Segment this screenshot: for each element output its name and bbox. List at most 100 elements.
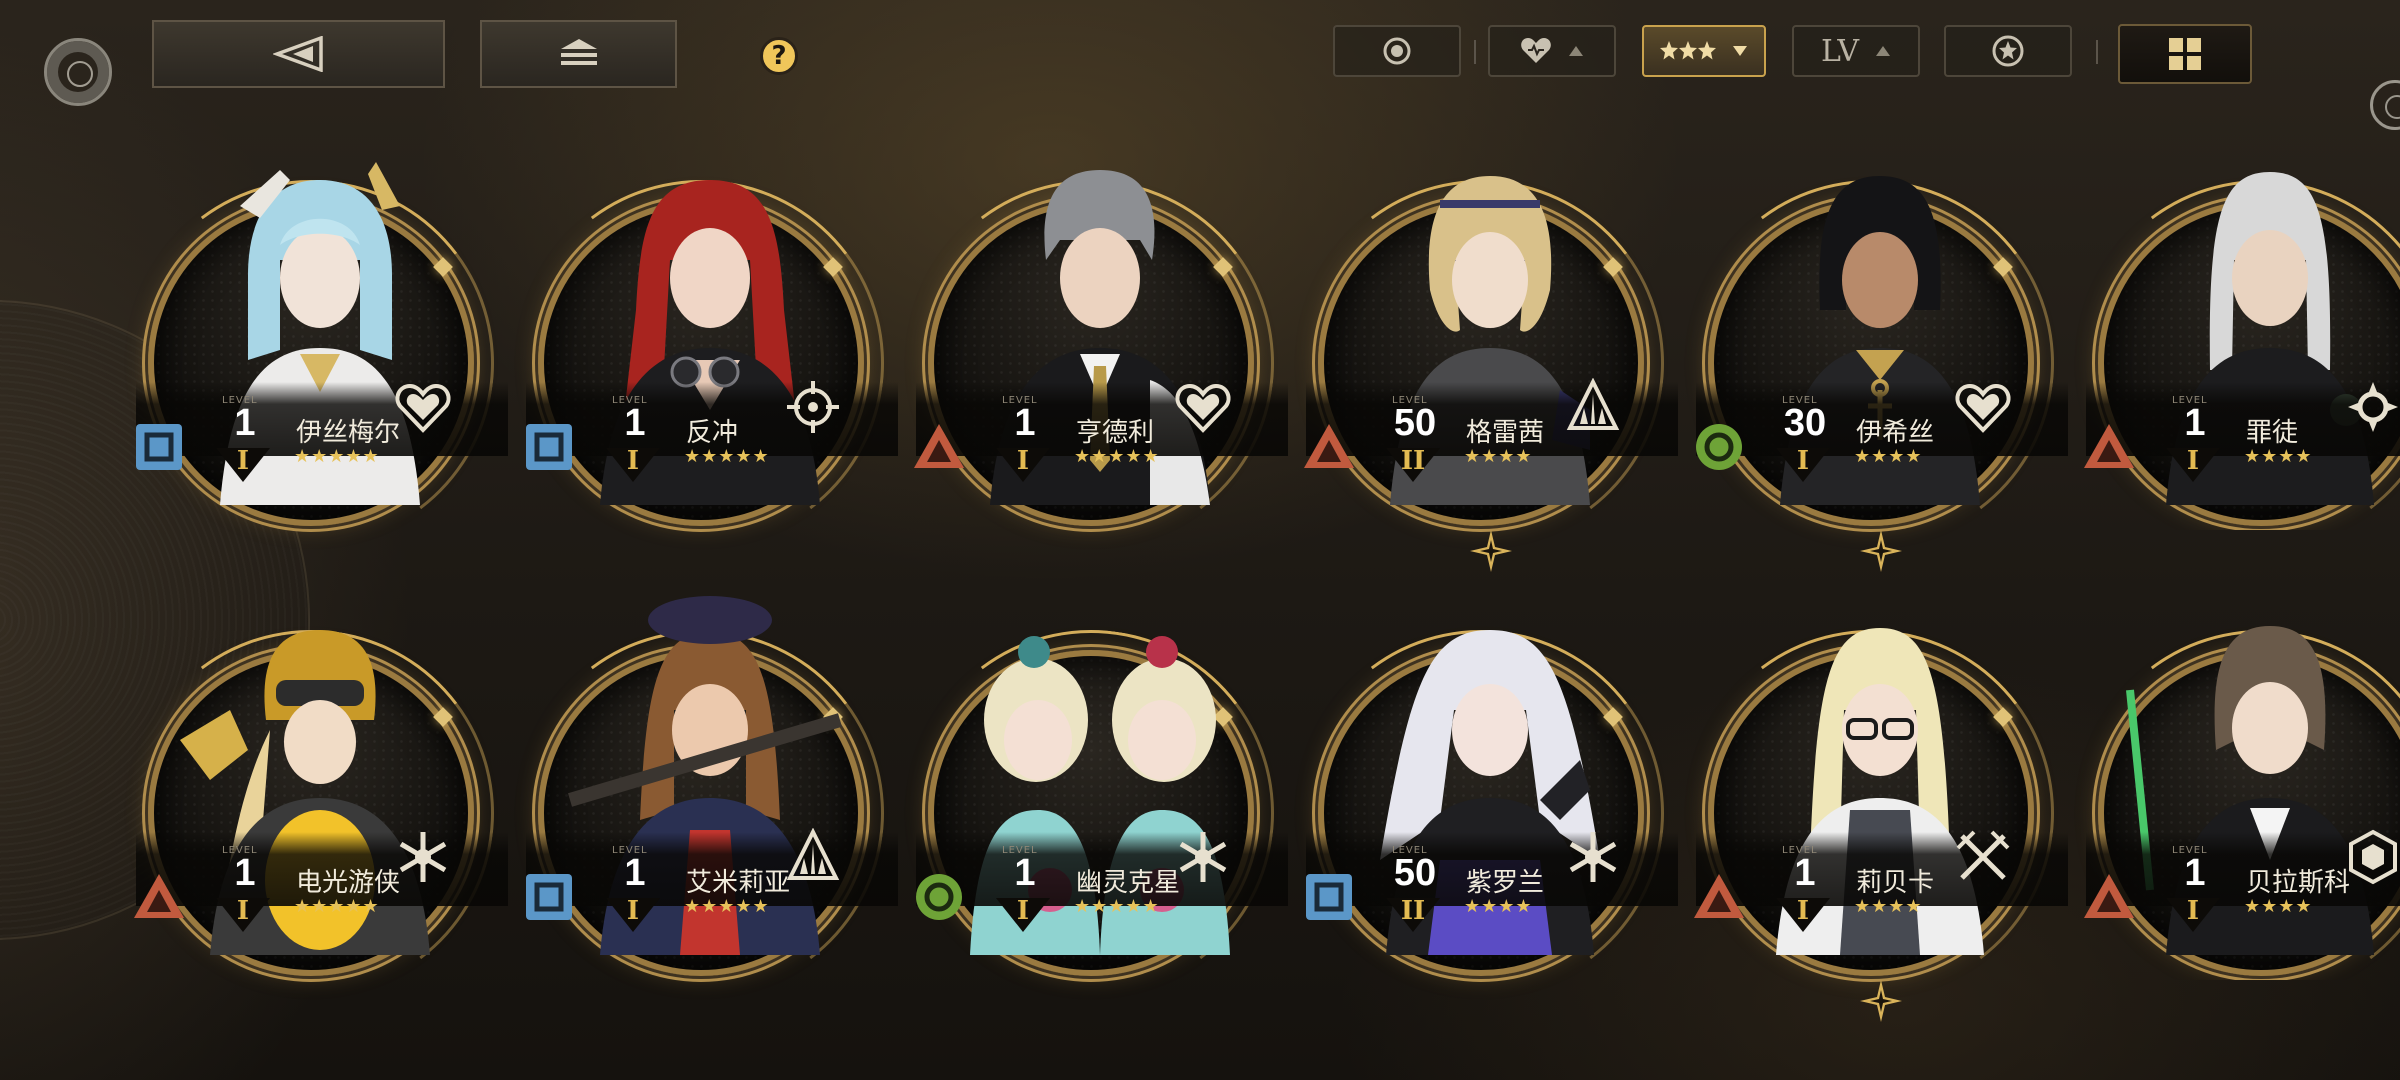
filter-divider	[2096, 40, 2098, 64]
crosshair-icon	[787, 381, 839, 433]
snowflake-icon	[399, 832, 447, 882]
character-name: 艾米莉亚	[686, 868, 791, 898]
attribute-circle-icon	[916, 874, 962, 920]
heart-icon	[1521, 38, 1551, 63]
level-value: 1	[2184, 852, 2206, 894]
star-rating: ★★★★	[2244, 446, 2313, 467]
attribute-triangle-icon	[1694, 874, 1744, 918]
filter-affinity-button[interactable]	[1488, 25, 1616, 77]
rank-value: II	[1400, 446, 1426, 476]
rank-up-star-icon	[1860, 980, 1902, 1022]
portrait-frame	[928, 650, 1254, 976]
back-button[interactable]	[152, 20, 445, 88]
attribute-triangle-icon	[134, 874, 184, 918]
character-name: 电光游侠	[296, 868, 401, 898]
star-medal-icon	[1992, 35, 2024, 67]
star-rating: ★★★★	[2244, 896, 2313, 917]
portrait-frame	[928, 200, 1254, 526]
character-card[interactable]: LEVEL 1 I 贝拉斯科 ★★★★	[2070, 560, 2400, 980]
star-rating: ★★★★	[1854, 446, 1923, 467]
rank-value: I	[1796, 446, 1810, 476]
portrait-frame	[1318, 200, 1644, 526]
filter-level-button[interactable]: LV	[1792, 25, 1920, 77]
home-button[interactable]	[480, 20, 677, 88]
star-rating: ★★★★★	[294, 446, 380, 467]
character-card[interactable]: LEVEL 1 I 伊丝梅尔 ★★★★★	[104, 110, 518, 570]
character-card[interactable]: LEVEL 1 I 莉贝卡 ★★★★	[1664, 560, 2078, 1022]
character-name: 伊希丝	[1856, 418, 1935, 448]
grid-icon	[2169, 38, 2201, 70]
portrait-frame	[148, 200, 474, 526]
character-card[interactable]: LEVEL 1 I 亨德利 ★★★★★	[884, 110, 1298, 570]
character-name: 罪徒	[2246, 418, 2299, 448]
attribute-triangle-icon	[1304, 424, 1354, 468]
level-value: 50	[1393, 852, 1437, 894]
snowflake-icon	[1569, 832, 1617, 882]
rank-value: I	[2186, 896, 2200, 926]
character-name: 格雷茜	[1466, 418, 1545, 448]
help-button[interactable]: ?	[760, 37, 798, 75]
level-value: 1	[1014, 402, 1036, 444]
character-card[interactable]: LEVEL 1 I 电光游侠 ★★★★★	[104, 560, 518, 1020]
character-card[interactable]: LEVEL 1 I 艾米莉亚 ★★★★★	[494, 560, 908, 1020]
rank-value: I	[626, 446, 640, 476]
rank-value: I	[2186, 446, 2200, 476]
star-rating: ★★★★	[1464, 446, 1533, 467]
attribute-square-icon	[136, 424, 182, 470]
level-value: 30	[1783, 402, 1827, 444]
portrait-frame	[1708, 650, 2034, 976]
rank-value: I	[1796, 896, 1810, 926]
character-card[interactable]: LEVEL 1 I 反冲 ★★★★★	[494, 110, 908, 570]
level-value: 1	[234, 852, 256, 894]
star-rating: ★★★★	[1854, 896, 1923, 917]
star-rating: ★★★★★	[1074, 896, 1160, 917]
filter-divider	[1474, 40, 1476, 64]
heart-shield-icon	[1955, 383, 2011, 433]
top-bar: ? LV	[0, 0, 2400, 130]
spike-icon	[1566, 378, 1620, 430]
character-card[interactable]: LEVEL 50 II 格雷茜 ★★★★	[1274, 110, 1688, 572]
attribute-circle-icon	[1383, 37, 1411, 65]
attribute-circle-icon	[1696, 424, 1742, 470]
attribute-square-icon	[1306, 874, 1352, 920]
home-stack-icon	[560, 39, 597, 65]
character-card[interactable]: LEVEL 1 I 幽灵克星 ★★★★★	[884, 560, 1298, 1020]
character-name: 幽灵克星	[1076, 868, 1181, 898]
attribute-triangle-icon	[2084, 424, 2134, 468]
gear-burst-icon	[2348, 382, 2398, 432]
rank-value: I	[1016, 896, 1030, 926]
character-card[interactable]: LEVEL 50 II 紫罗兰 ★★★★	[1274, 560, 1688, 1020]
character-name: 反冲	[686, 418, 739, 448]
character-card[interactable]: LEVEL 1 I 罪徒 ★★★★	[2070, 110, 2400, 530]
star-rating: ★★★★	[1464, 896, 1533, 917]
portrait-frame	[538, 200, 864, 526]
rank-value: I	[236, 446, 250, 476]
snowflake-icon	[1179, 832, 1227, 882]
character-card[interactable]: LEVEL 30 I 伊希丝 ★★★★	[1664, 110, 2078, 572]
star-rating: ★★★★★	[1074, 446, 1160, 467]
rank-value: II	[1400, 896, 1426, 926]
attribute-triangle-icon	[914, 424, 964, 468]
star-rating: ★★★★★	[684, 896, 770, 917]
sort-ascending-icon	[1569, 46, 1583, 56]
portrait-frame	[1318, 650, 1644, 976]
help-label: ?	[771, 41, 787, 71]
character-name: 紫罗兰	[1466, 868, 1545, 898]
filter-favorite-button[interactable]	[1944, 25, 2072, 77]
level-value: 1	[1014, 852, 1036, 894]
star-rating: ★★★★★	[684, 446, 770, 467]
hexagon-icon	[2349, 829, 2397, 885]
triple-star-icon	[1660, 41, 1716, 60]
grid-view-button[interactable]	[2118, 24, 2252, 84]
portrait-frame	[1708, 200, 2034, 526]
rank-value: I	[1016, 446, 1030, 476]
character-name: 伊丝梅尔	[296, 418, 401, 448]
level-value: 1	[624, 402, 646, 444]
character-name: 莉贝卡	[1856, 868, 1935, 898]
logo-ring-icon	[44, 38, 112, 106]
filter-rarity-button[interactable]	[1642, 25, 1766, 77]
heart-shield-icon	[1175, 383, 1231, 433]
level-value: 50	[1393, 402, 1437, 444]
filter-attribute-button[interactable]	[1333, 25, 1461, 77]
rank-value: I	[626, 896, 640, 926]
